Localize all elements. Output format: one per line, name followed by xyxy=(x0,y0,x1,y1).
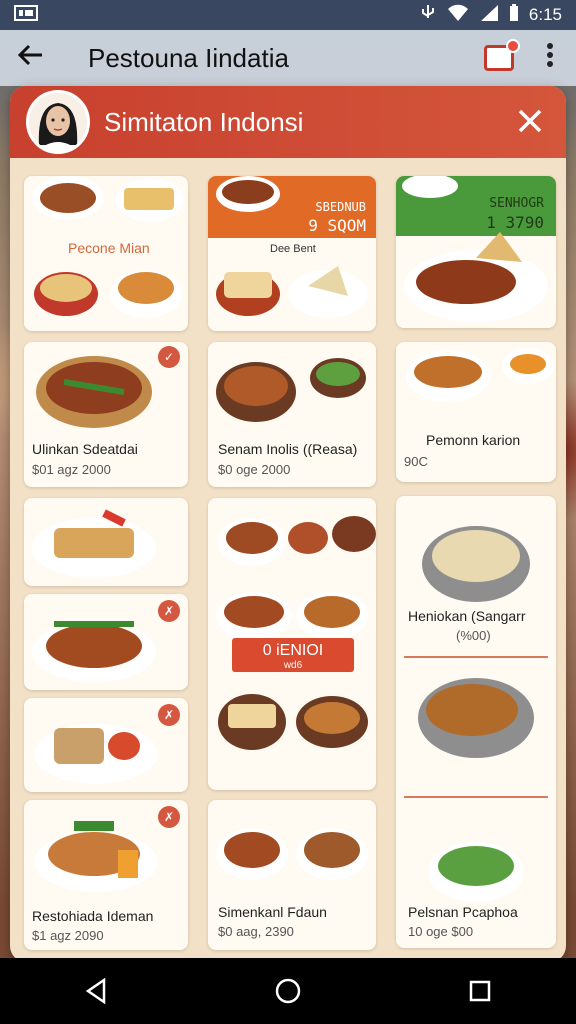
notification-dot xyxy=(506,39,520,53)
banner-line: wd6 xyxy=(283,659,303,671)
menu-card[interactable]: SBEDNUB 9 SQOM Dee Bent xyxy=(208,176,376,331)
card-price: (%00) xyxy=(456,628,491,643)
nav-home-button[interactable] xyxy=(258,961,318,1021)
close-button[interactable] xyxy=(510,104,550,140)
wifi-icon xyxy=(447,4,469,26)
dialog-title: Simitaton Indonsi xyxy=(104,106,304,137)
card-price: $0 aag, 2390 xyxy=(218,924,294,939)
nav-back-button[interactable] xyxy=(66,961,126,1021)
card-label: Pecone Mian xyxy=(68,240,150,256)
menu-card[interactable]: ✗ xyxy=(24,594,188,690)
card-title: Pelsnan Pcaphoa xyxy=(408,904,518,920)
nav-recents-button[interactable] xyxy=(450,961,510,1021)
usb-icon xyxy=(419,4,437,26)
menu-card[interactable] xyxy=(24,498,188,586)
food-image xyxy=(32,509,156,578)
menu-dialog: Simitaton Indonsi Pecone Mian ✓ Ulinkan … xyxy=(10,86,566,962)
banner-line: 9 SQOM xyxy=(308,215,366,235)
avatar xyxy=(26,90,90,154)
signal-icon xyxy=(479,4,499,26)
more-vert-icon xyxy=(547,42,553,67)
banner-line: SBEDNUB xyxy=(315,200,366,214)
badge: ✗ xyxy=(158,600,180,622)
menu-card[interactable]: ✓ Ulinkan Sdeatdai $01 agz 2000 xyxy=(24,342,188,487)
menu-card[interactable]: Pecone Mian xyxy=(24,176,188,331)
menu-card[interactable]: SENHOGR 1 3790 xyxy=(396,176,556,328)
navigation-bar xyxy=(0,958,576,1024)
screen-icon xyxy=(14,5,38,25)
menu-card[interactable]: Senam Inolis ((Reasa) $0 oge 2000 xyxy=(208,342,376,487)
card-title: Pemonn karion xyxy=(426,432,521,448)
card-label: Dee Bent xyxy=(270,243,316,255)
banner-line: 0 iENIOI xyxy=(262,642,324,659)
badge: ✗ xyxy=(158,704,180,726)
promo-banner: 0 iENIOI wd6 xyxy=(232,638,354,672)
banner-line: SENHOGR xyxy=(489,196,544,211)
divider xyxy=(404,656,548,658)
menu-card[interactable]: 0 iENIOI wd6 xyxy=(208,498,376,790)
promo-banner: SENHOGR 1 3790 xyxy=(450,190,554,240)
card-title: Ulinkan Sdeatdai xyxy=(32,441,138,457)
notification-button[interactable] xyxy=(484,39,520,71)
app-title: Pestouna Iindatia xyxy=(88,42,289,73)
card-title: Restohiada Ideman xyxy=(32,908,154,924)
arrow-left-icon xyxy=(17,44,42,66)
status-bar: 6:15 xyxy=(0,0,576,30)
circle-home-icon xyxy=(275,978,301,1004)
banner-line: 1 3790 xyxy=(486,212,544,232)
square-recents-icon xyxy=(469,980,491,1002)
card-price: 10 oge $00 xyxy=(408,924,474,939)
back-button[interactable] xyxy=(16,41,56,75)
dialog-header: Simitaton Indonsi xyxy=(10,86,566,158)
status-time: 6:15 xyxy=(528,5,562,24)
menu-card[interactable]: Simenkanl Fdaun $0 aag, 2390 xyxy=(208,800,376,950)
food-image xyxy=(216,828,368,880)
food-collage-image xyxy=(418,526,534,902)
battery-icon xyxy=(509,4,519,26)
promo-banner: SBEDNUB 9 SQOM xyxy=(280,194,376,242)
card-title: Heniokan (Sangarr xyxy=(408,608,526,624)
app-bar: Pestouna Iindatia xyxy=(0,30,576,86)
badge: ✗ xyxy=(158,806,180,828)
card-title: Senam Inolis ((Reasa) xyxy=(218,441,358,457)
card-price: $1 agz 2090 xyxy=(32,928,104,943)
triangle-back-icon xyxy=(85,978,106,1004)
card-title: Simenkanl Fdaun xyxy=(218,904,327,920)
menu-card[interactable]: ✗ xyxy=(24,698,188,792)
card-price: $0 oge 2000 xyxy=(218,462,291,477)
card-price: 90C xyxy=(404,454,428,469)
overflow-menu-button[interactable] xyxy=(540,42,560,75)
menu-card[interactable]: ✗ Restohiada Ideman $1 agz 2090 xyxy=(24,800,188,950)
menu-card[interactable]: Heniokan (Sangarr (%00) Pelsnan Pcaphoa … xyxy=(396,496,556,948)
divider xyxy=(404,796,548,798)
card-price: $01 agz 2000 xyxy=(32,462,111,477)
close-icon xyxy=(518,109,542,133)
menu-card[interactable]: Pemonn karion 90C xyxy=(396,342,556,482)
badge: ✓ xyxy=(158,346,180,368)
